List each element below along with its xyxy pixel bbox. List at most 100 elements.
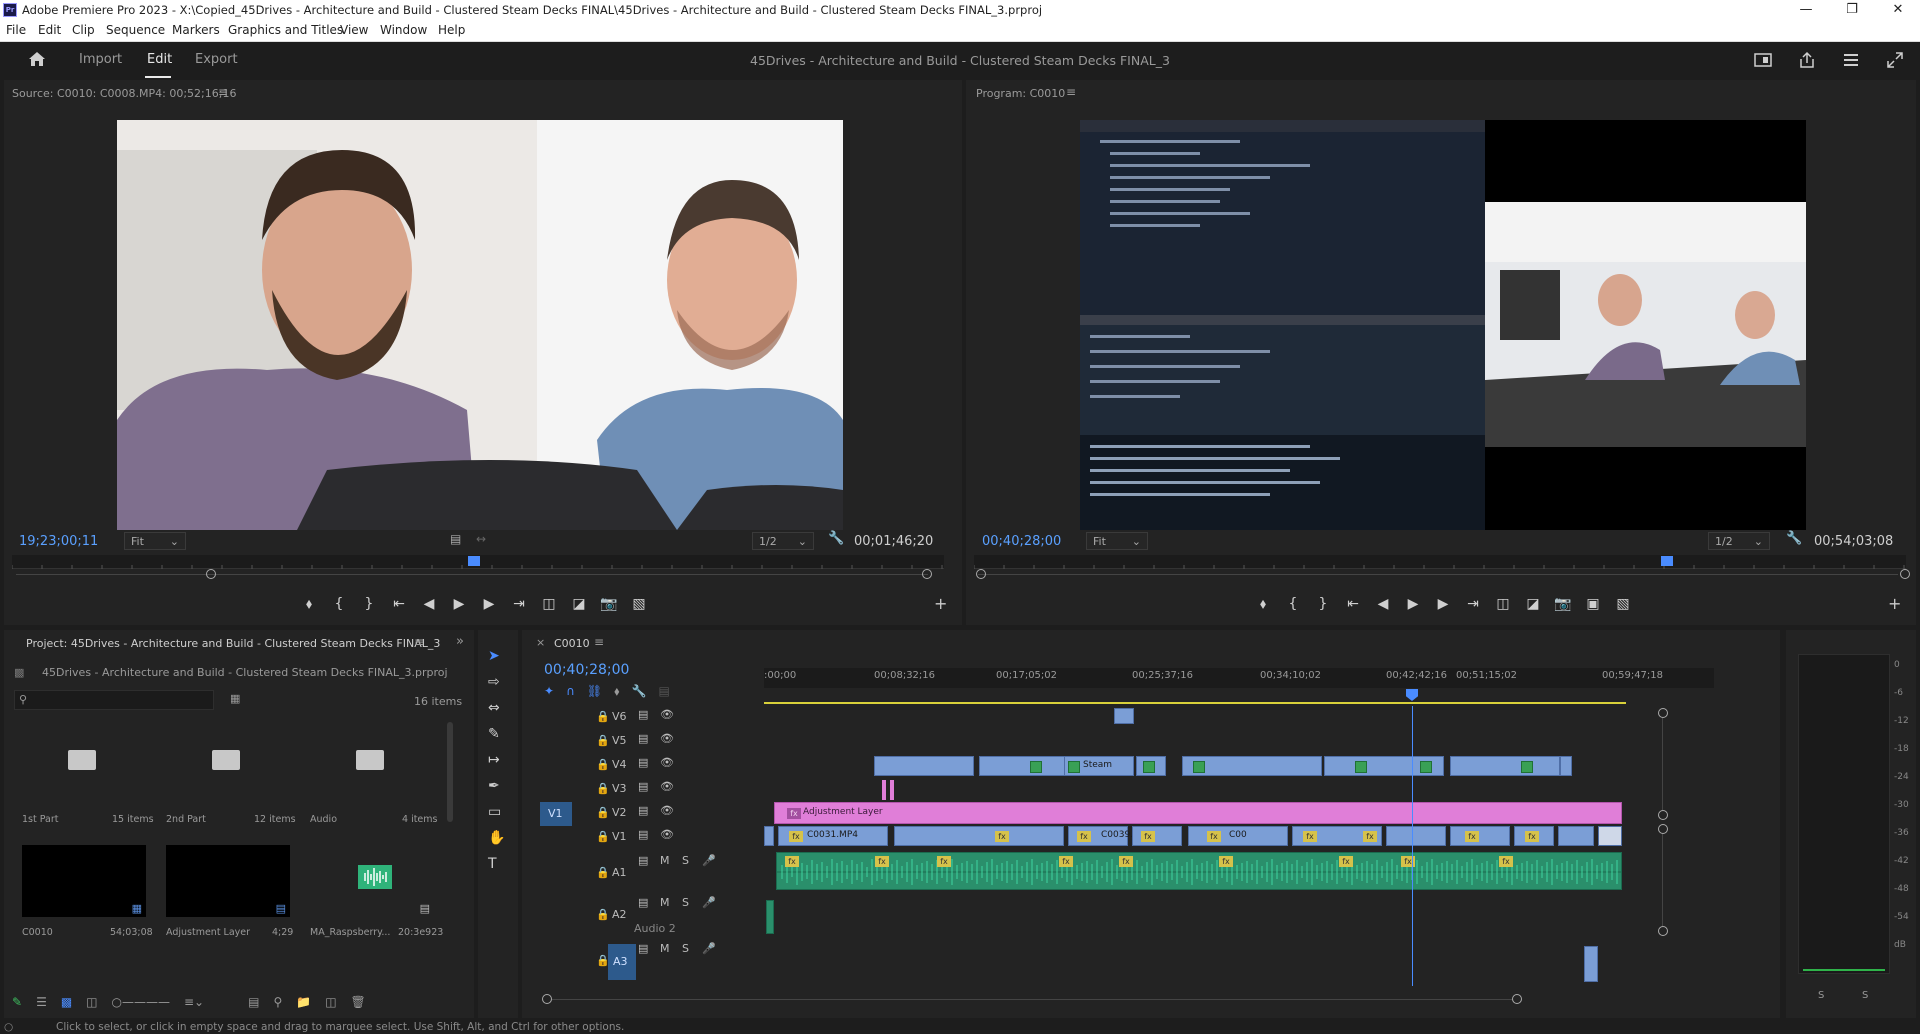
program-time-ruler[interactable] [974, 555, 1906, 569]
clip[interactable] [1324, 756, 1444, 776]
sync-lock-icon[interactable]: ▤ [638, 732, 648, 745]
track-select-tool-icon[interactable]: ⇨ [488, 674, 505, 690]
menu-window[interactable]: Window [380, 23, 427, 37]
program-zoom-bar[interactable] [978, 574, 1898, 575]
solo-button[interactable]: S [682, 896, 689, 909]
clip[interactable]: fx [1514, 826, 1554, 846]
sequence-tab[interactable]: C0010 [554, 637, 590, 650]
add-button-icon[interactable]: + [934, 594, 947, 613]
source-patch-v1[interactable]: V1 [540, 802, 572, 826]
program-video-frame[interactable] [1080, 120, 1806, 530]
source-playhead-timecode[interactable]: 19;23;00;11 [19, 534, 98, 549]
snap-icon[interactable]: ∩ [566, 684, 575, 699]
audio-clip-a3[interactable] [1584, 946, 1598, 982]
timeline-menu-icon[interactable]: ≡ [594, 635, 604, 649]
audio-scrollbar[interactable] [1662, 834, 1663, 926]
sync-lock-icon[interactable]: ▤ [638, 756, 648, 769]
step-back-icon[interactable]: ◀ [1372, 596, 1394, 616]
export-frame-icon[interactable]: 📷 [1552, 596, 1574, 616]
captions-icon[interactable]: ▤ [658, 684, 669, 699]
timeline-zoom-handle-right[interactable] [1512, 994, 1522, 1004]
audio-clip-a1[interactable]: fx fx fx fx fx fx fx fx fx [776, 852, 1622, 890]
eye-icon[interactable]: 👁 [660, 804, 674, 817]
play-icon[interactable]: ▶ [1402, 596, 1424, 616]
type-tool-icon[interactable]: T [488, 856, 505, 872]
hand-tool-icon[interactable]: ✋ [488, 830, 505, 846]
track-zoom-handle[interactable] [1658, 926, 1668, 936]
extract-icon[interactable]: ◪ [1522, 596, 1544, 616]
timeline-ruler-right[interactable]: 00;51;15;02 00;59;47;18 [1456, 668, 1714, 688]
add-button-icon[interactable]: + [1888, 594, 1901, 613]
sync-lock-icon[interactable]: ▤ [638, 708, 648, 721]
eye-icon[interactable]: 👁 [660, 756, 674, 769]
minimize-icon[interactable]: — [1786, 0, 1826, 20]
program-panel-menu-icon[interactable]: ≡ [1066, 85, 1076, 99]
source-playhead[interactable] [468, 556, 480, 566]
menu-clip[interactable]: Clip [72, 23, 95, 37]
share-icon[interactable] [1798, 51, 1816, 69]
project-panel-menu-icon[interactable]: ≡ [414, 635, 424, 649]
multi-camera-icon[interactable]: ▧ [1612, 596, 1634, 616]
source-resolution-dropdown[interactable]: 1/2 ⌄ [752, 532, 814, 550]
source-video-frame[interactable] [117, 120, 843, 530]
mark-out-icon[interactable]: } [1312, 596, 1334, 616]
go-to-out-icon[interactable]: ⇥ [1462, 596, 1484, 616]
project-search-input[interactable]: ⚲ [14, 690, 214, 710]
item-adjustment-layer-thumbnail[interactable]: ▤ [166, 845, 290, 917]
clip[interactable] [1560, 756, 1572, 776]
timeline-ruler[interactable]: :00;00 00;08;32;16 00;17;05;02 00;25;37;… [764, 668, 1474, 688]
timeline-zoom-handle-left[interactable] [542, 994, 552, 1004]
list-view-icon[interactable]: ☰ [36, 995, 47, 1009]
program-zoom-handle-right[interactable] [1900, 569, 1910, 579]
source-zoom-bar[interactable] [16, 574, 928, 575]
sync-lock-icon[interactable]: ▤ [638, 780, 648, 793]
mute-button[interactable]: M [660, 896, 670, 909]
clip[interactable] [764, 826, 774, 846]
workspaces-menu-icon[interactable] [1842, 52, 1860, 68]
lock-icon[interactable]: 🔒 [596, 806, 610, 819]
clip[interactable] [1182, 756, 1322, 776]
source-fit-dropdown[interactable]: Fit ⌄ [124, 532, 186, 550]
linked-selection-icon[interactable]: ⛓ [587, 684, 602, 699]
menu-edit[interactable]: Edit [38, 23, 61, 37]
trash-icon[interactable]: 🗑 [351, 995, 366, 1009]
menu-markers[interactable]: Markers [172, 23, 220, 37]
program-zoom-handle-left[interactable] [976, 569, 986, 579]
clip[interactable] [1558, 826, 1594, 846]
meter-solo-right[interactable]: S [1862, 990, 1868, 1001]
rectangle-tool-icon[interactable]: ▭ [488, 804, 505, 820]
program-playhead[interactable] [1661, 556, 1673, 566]
add-marker-icon[interactable]: ⬧ [614, 684, 619, 699]
go-to-in-icon[interactable]: ⇤ [388, 596, 410, 616]
lock-icon[interactable]: 🔒 [596, 758, 610, 771]
ripple-edit-tool-icon[interactable]: ⇔ [488, 700, 505, 716]
program-fit-dropdown[interactable]: Fit ⌄ [1086, 532, 1148, 550]
automate-sequence-icon[interactable]: ▤ [248, 995, 259, 1009]
video-scrollbar[interactable] [1662, 718, 1663, 810]
timeline-timecode[interactable]: 00;40;28;00 [544, 662, 629, 678]
wrench-icon[interactable]: 🔧 [828, 531, 844, 546]
pencil-icon[interactable]: ✎ [12, 995, 22, 1009]
clip[interactable] [1386, 826, 1446, 846]
bin-audio[interactable] [310, 728, 430, 800]
audio-clip-a2[interactable] [766, 900, 774, 934]
source-zoom-handle-left[interactable] [206, 569, 216, 579]
track-zoom-handle[interactable] [1658, 824, 1668, 834]
menu-help[interactable]: Help [438, 23, 465, 37]
close-icon[interactable]: ✕ [1878, 0, 1918, 20]
close-sequence-icon[interactable]: × [536, 636, 545, 649]
clip[interactable]: fx [1132, 826, 1182, 846]
mark-in-icon[interactable]: { [328, 596, 350, 616]
eye-icon[interactable]: 👁 [660, 780, 674, 793]
clip[interactable] [1114, 708, 1134, 724]
new-search-bin-icon[interactable]: ▦ [230, 692, 240, 705]
clip-selected[interactable] [1598, 826, 1622, 846]
menu-file[interactable]: File [6, 23, 26, 37]
new-bin-icon[interactable]: 📁 [296, 995, 311, 1009]
selection-tool-icon[interactable]: ➤ [488, 648, 505, 664]
clip[interactable] [874, 756, 974, 776]
lift-icon[interactable]: ◫ [1492, 596, 1514, 616]
sort-icon[interactable]: ≡⌄ [184, 995, 204, 1009]
source-zoom-handle-right[interactable] [922, 569, 932, 579]
lock-icon[interactable]: 🔒 [596, 734, 610, 747]
